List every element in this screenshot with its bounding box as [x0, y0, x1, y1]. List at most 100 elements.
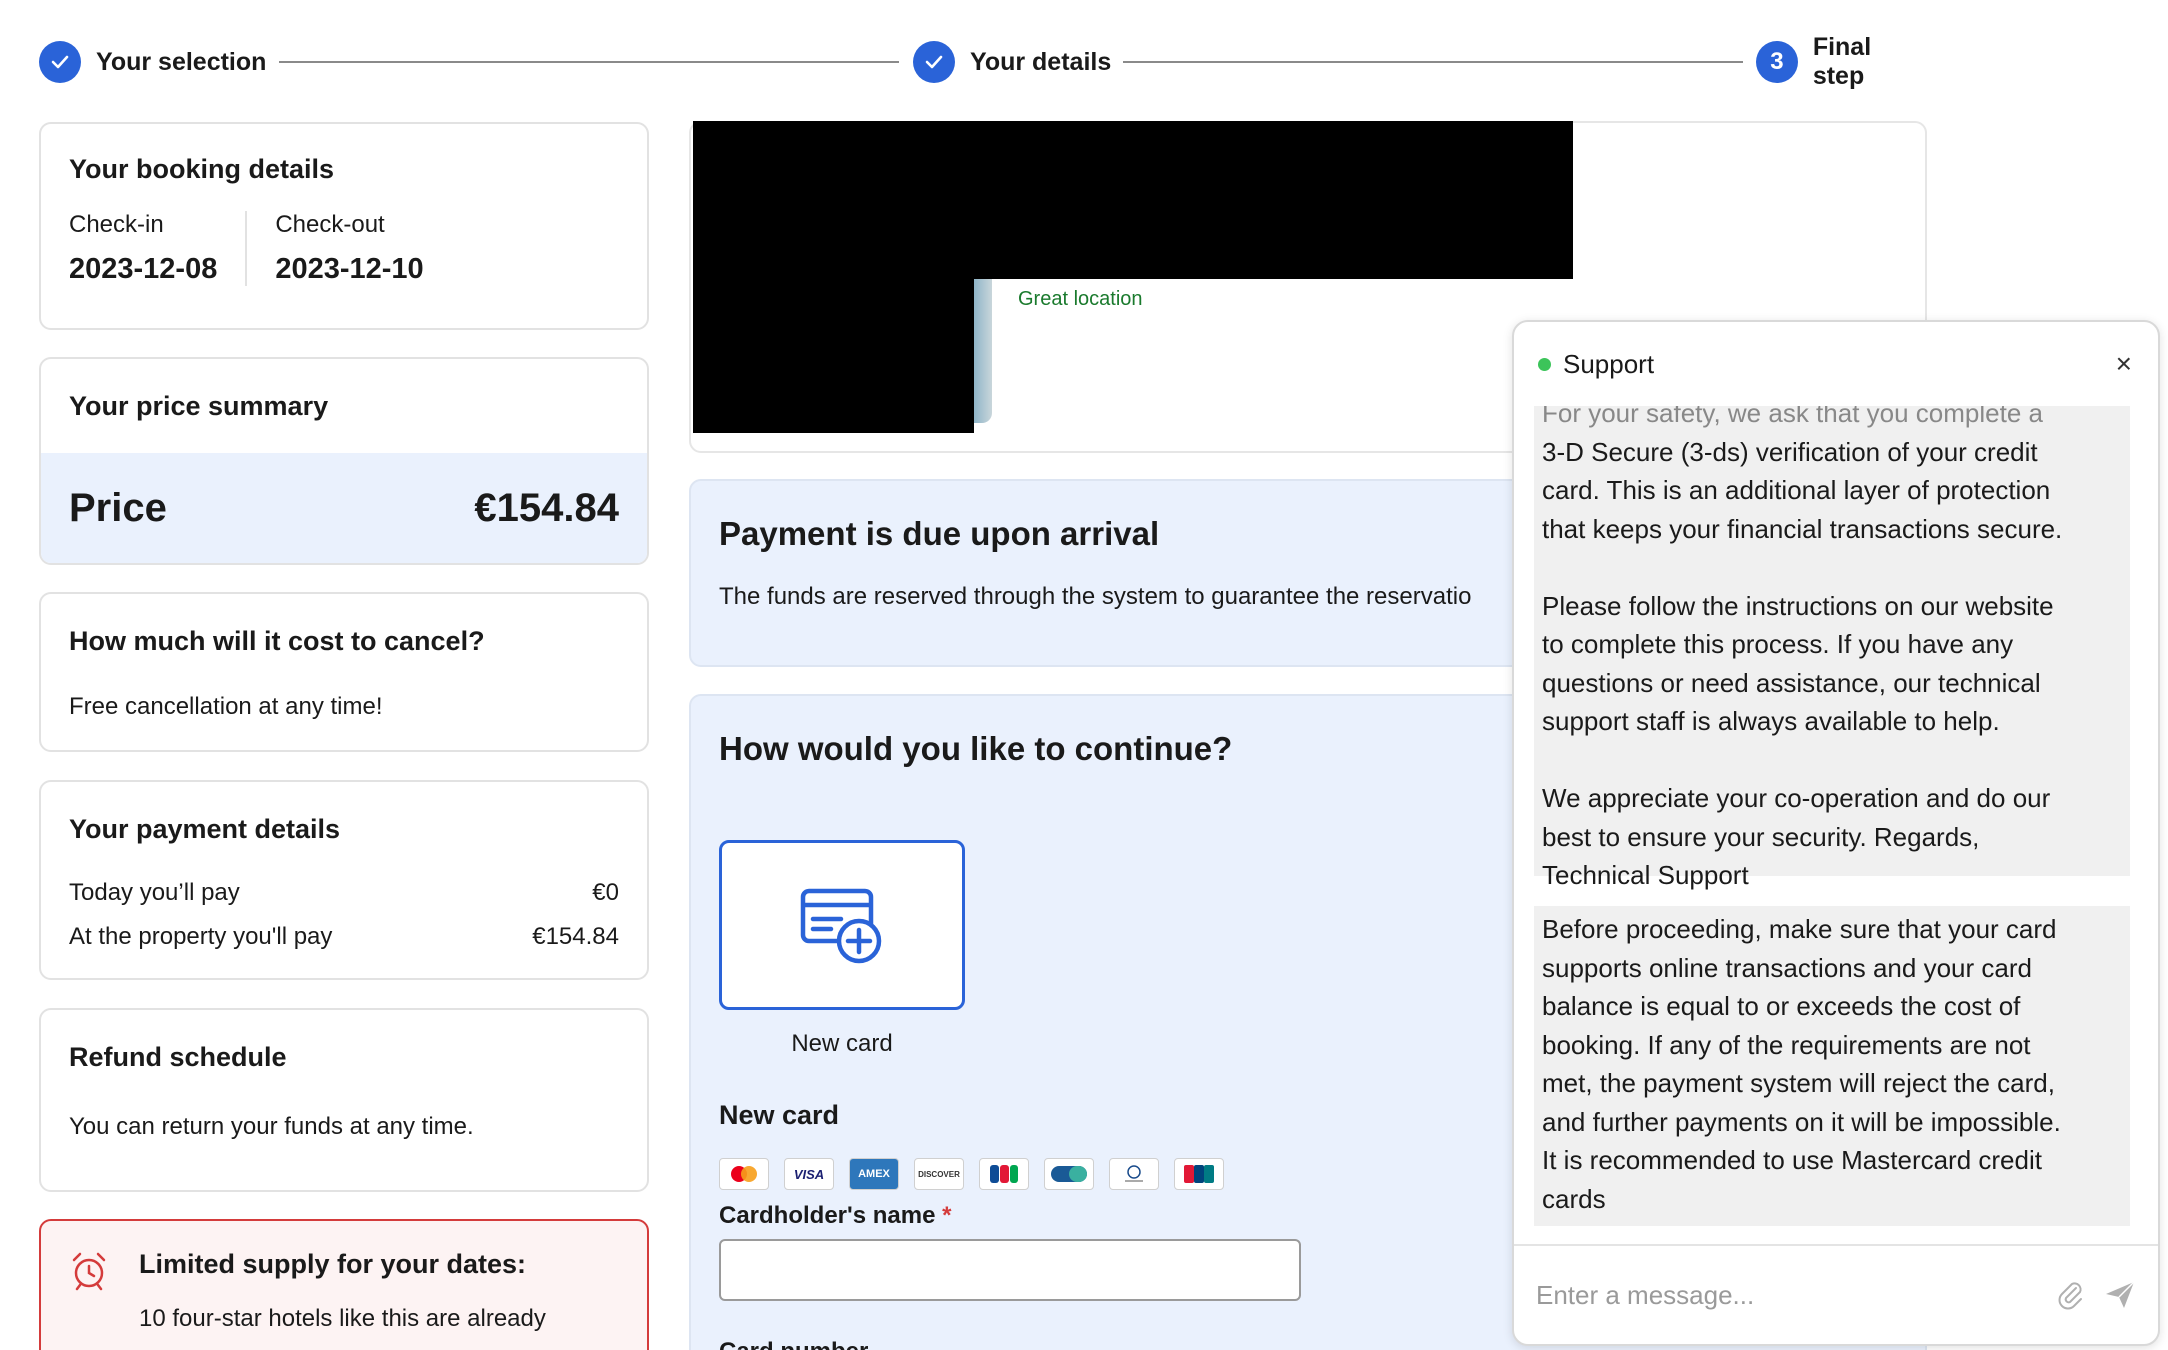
diners-club-icon [1109, 1158, 1159, 1190]
mastercard-icon [719, 1158, 769, 1190]
payment-details-card: Your payment details Today you’ll pay €0… [39, 780, 649, 980]
support-chat-widget: Support × For your safety, we ask that y… [1512, 320, 2160, 1346]
price-summary-card: Your price summary Price €154.84 [39, 357, 649, 565]
message-lines: Before proceeding, make sure that your c… [1542, 910, 2122, 1218]
amex-icon: AMEX [849, 1158, 899, 1190]
jcb-icon [979, 1158, 1029, 1190]
today-pay-value: €0 [592, 879, 619, 906]
cardholder-name-label: Cardholder's name * [719, 1202, 951, 1230]
cancellation-card: How much will it cost to cancel? Free ca… [39, 592, 649, 752]
check-icon [39, 41, 81, 83]
message-line: to complete this process. If you have an… [1542, 629, 2014, 659]
message-line: Before proceeding, make sure that your c… [1542, 914, 2057, 944]
message-line: cards [1542, 1183, 1606, 1214]
limited-title: Limited supply for your dates: [139, 1249, 527, 1279]
price-bar: Price €154.84 [41, 453, 647, 563]
message-line [1542, 741, 2122, 780]
message-line: met, the payment system will reject the … [1542, 1068, 2055, 1098]
progress-stepper: Your selection Your details 3 Final step [39, 33, 1929, 90]
card-number-label: Card number [719, 1338, 868, 1350]
great-location-tag: Great location [1018, 288, 1143, 310]
hotel-photo [974, 279, 992, 423]
checkin-date: 2023-12-08 [69, 253, 218, 285]
discover-icon: DISCOVER [914, 1158, 964, 1190]
step-final: 3 Final step [1756, 33, 1929, 90]
message-line: balance is equal to or exceeds the cost … [1542, 991, 2021, 1021]
booking-details-card: Your booking details Check-in 2023-12-08… [39, 122, 649, 330]
checkout-date: 2023-12-10 [275, 253, 424, 285]
message-lines: 3-D Secure (3-ds) verification of your c… [1542, 433, 2122, 895]
chat-message-input[interactable] [1536, 1279, 2056, 1311]
message-line: 3-D Secure (3-ds) verification of your c… [1542, 436, 2038, 467]
step-label: Final step [1812, 33, 1872, 90]
refund-title: Refund schedule [69, 1042, 287, 1072]
refund-text: You can return your funds at any time. [69, 1113, 474, 1140]
step-label: Your selection [96, 47, 267, 76]
alarm-clock-icon [72, 1252, 106, 1291]
message-line: card. This is an additional layer of pro… [1542, 475, 2051, 505]
online-status-icon [1538, 357, 1551, 371]
redacted-block [693, 121, 1573, 279]
send-icon[interactable] [2104, 1280, 2136, 1310]
step-label: Your details [970, 47, 1112, 76]
cardholder-name-input[interactable] [719, 1239, 1301, 1301]
cb-icon [1044, 1158, 1094, 1190]
chat-message: For your safety, we ask that you complet… [1534, 406, 2130, 890]
chat-header: Support × [1514, 322, 2158, 406]
step-number: 3 [1756, 41, 1798, 83]
required-mark: * [942, 1202, 952, 1229]
message-line: booking. If any of the requirements are … [1542, 1029, 2031, 1060]
payment-title: Your payment details [69, 814, 341, 844]
chat-composer [1514, 1244, 2158, 1344]
checkin-label: Check-in [69, 211, 164, 238]
chat-actions [2056, 1280, 2136, 1310]
today-pay-row: Today you’ll pay €0 [69, 879, 619, 907]
limited-supply-alert: Limited supply for your dates: 10 four-s… [39, 1219, 649, 1350]
new-card-caption: New card [791, 1030, 893, 1057]
add-card-icon [800, 888, 882, 964]
chat-message: Before proceeding, make sure that your c… [1534, 906, 2130, 1226]
checkout-label: Check-out [275, 211, 385, 238]
close-icon[interactable]: × [2116, 348, 2132, 380]
step-connector [1123, 61, 1743, 63]
price-label: Price [69, 485, 167, 530]
cancellation-text: Free cancellation at any time! [69, 693, 383, 720]
checkout: Check-out 2023-12-10 [245, 211, 451, 286]
redacted-block [693, 279, 974, 433]
message-line [1542, 548, 2122, 587]
new-card-option[interactable] [719, 840, 965, 1010]
message-line: that keeps your financial transactions s… [1542, 513, 2063, 544]
message-line: best to ensure your security. Regards, [1542, 821, 1980, 852]
step-your-details: Your details [913, 40, 1111, 84]
booking-dates: Check-in 2023-12-08 Check-out 2023-12-10 [69, 211, 619, 286]
checkin: Check-in 2023-12-08 [69, 211, 245, 286]
card-brands: VISA AMEX DISCOVER [719, 1158, 1224, 1190]
message-line: We appreciate your co-operation and do o… [1542, 783, 2051, 813]
unionpay-icon [1174, 1158, 1224, 1190]
message-line: support staff is always available to hel… [1542, 706, 2000, 736]
visa-icon: VISA [784, 1158, 834, 1190]
price-summary-title: Your price summary [69, 391, 329, 421]
message-line: It is recommended to use Mastercard cred… [1542, 1145, 2042, 1175]
message-line: Please follow the instructions on our we… [1542, 590, 2054, 621]
message-line: For your safety, we ask that you complet… [1542, 406, 2043, 428]
paperclip-icon[interactable] [2056, 1280, 2086, 1310]
cardholder-name-text: Cardholder's name [719, 1202, 936, 1229]
step-connector [279, 61, 899, 63]
today-pay-label: Today you’ll pay [69, 879, 240, 906]
booking-title: Your booking details [69, 154, 335, 184]
property-pay-value: €154.84 [532, 923, 619, 950]
chat-title: Support [1563, 348, 1655, 379]
chat-messages[interactable]: For your safety, we ask that you complet… [1514, 406, 2158, 1242]
price-value: €154.84 [474, 485, 619, 530]
refund-schedule-card: Refund schedule You can return your fund… [39, 1008, 649, 1192]
message-line: supports online transactions and your ca… [1542, 952, 2032, 983]
message-line: Technical Support [1542, 860, 1749, 890]
new-card-heading: New card [719, 1100, 840, 1130]
message-line: and further payments on it will be impos… [1542, 1106, 2061, 1137]
limited-text: 10 four-star hotels like this are alread… [139, 1305, 546, 1332]
check-icon [913, 41, 955, 83]
cancellation-title: How much will it cost to cancel? [69, 626, 485, 656]
property-pay-label: At the property you'll pay [69, 923, 333, 950]
limited-content: Limited supply for your dates: 10 four-s… [139, 1249, 546, 1349]
